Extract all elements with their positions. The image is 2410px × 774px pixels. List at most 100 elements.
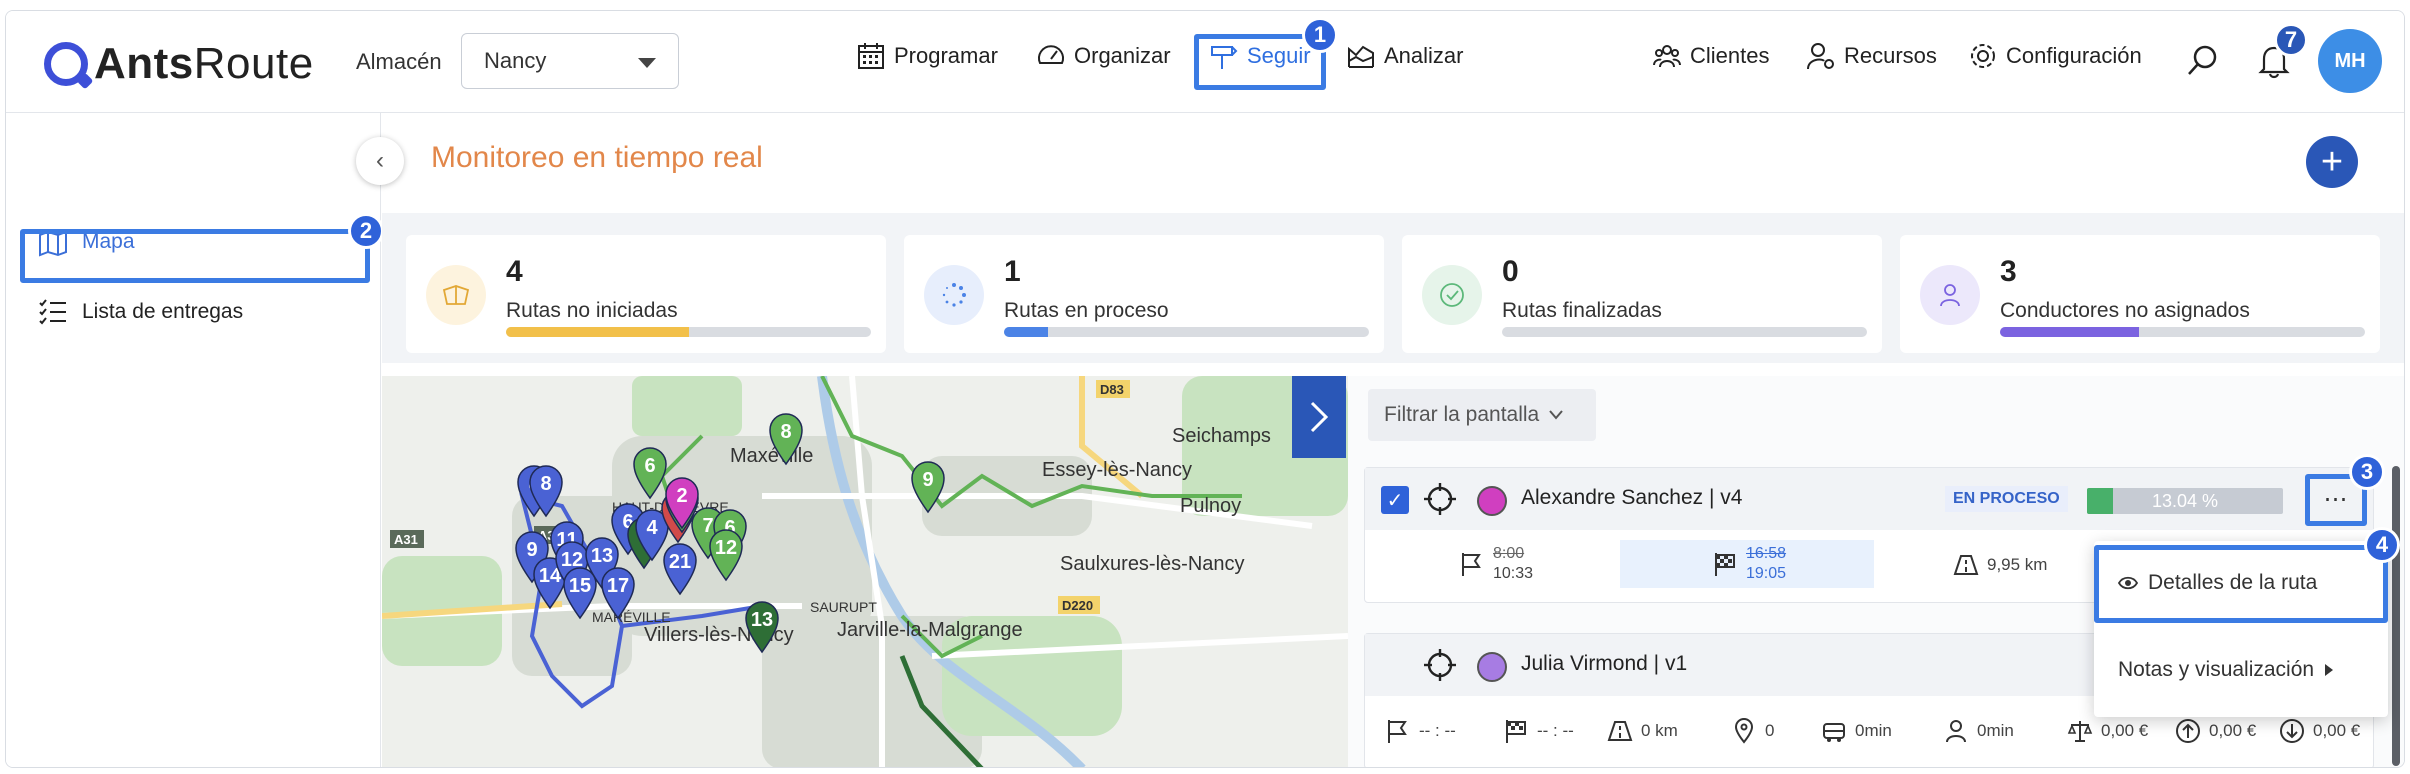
expand-map-button[interactable] (1292, 376, 1346, 458)
stat-icon (426, 265, 486, 325)
tutorial-highlight-4 (2094, 545, 2388, 623)
nav-programar[interactable]: Programar (856, 41, 998, 71)
distance-value: 9,95 km (1987, 555, 2048, 574)
route-map[interactable]: Maxéville Essey-lès-Nancy Seichamps Puln… (382, 376, 1348, 767)
menu-item-notes-visualization[interactable]: Notas y visualización (2094, 645, 2388, 695)
map-place-label: Jarville-la-Malgrange (837, 619, 1023, 641)
chart-icon (1348, 45, 1374, 68)
stat-label: Rutas no iniciadas (506, 299, 678, 322)
tutorial-badge-2: 2 (348, 213, 384, 249)
stat-progress-bar (506, 327, 871, 337)
road-label: D83 (1100, 382, 1124, 397)
sidebar-item-lista-entregas[interactable]: Lista de entregas (38, 297, 243, 327)
route-color-dot (1477, 486, 1507, 516)
route-distance: 0 km (1607, 718, 1678, 744)
check-circle-icon (1440, 283, 1464, 307)
stat-number: 1 (1004, 255, 1021, 288)
panel-scrollbar[interactable] (2392, 466, 2400, 766)
filter-label: Filtrar la pantalla (1384, 403, 1540, 426)
logo-mark-icon (44, 42, 88, 86)
chevron-down-icon (638, 58, 656, 68)
spinner-icon (942, 283, 966, 307)
collapse-sidebar-button[interactable]: ‹ (356, 137, 404, 185)
logo[interactable]: AntsRoute (44, 39, 314, 89)
location-pin-icon (1734, 718, 1754, 744)
road-label: D220 (1062, 598, 1093, 613)
arrow-down-circle-icon (2280, 719, 2304, 743)
stat-progress-fill (1004, 327, 1048, 337)
map-marker-label: 15 (569, 575, 591, 597)
nav-analizar[interactable]: Analizar (1346, 41, 1463, 71)
map-place-label: Maxéville (730, 445, 813, 467)
warehouse-select[interactable]: Nancy (461, 33, 679, 89)
map-marker-label: 13 (751, 609, 773, 631)
stat-icon (1422, 265, 1482, 325)
route-progress-text: 13.04 % (2151, 491, 2219, 511)
route-options-menu: Detalles de la ruta 4 Notas y visualizac… (2094, 527, 2400, 717)
tutorial-badge-1: 1 (1302, 17, 1338, 53)
flag-icon (1462, 553, 1481, 576)
notifications-count-badge: 7 (2274, 23, 2308, 57)
filter-dropdown[interactable]: Filtrar la pantalla (1368, 389, 1596, 441)
chevron-down-icon (1549, 410, 1563, 420)
top-bar: AntsRoute Almacén Nancy Programar Organi… (6, 11, 2404, 113)
map-marker-label: 7 (702, 515, 713, 537)
road-label: A31 (394, 532, 418, 547)
route-expense: 0,00 € (2279, 718, 2360, 744)
add-button[interactable]: + (2306, 136, 2358, 188)
expense-value: 0,00 € (2313, 721, 2361, 740)
arrow-up-circle-icon (2176, 719, 2200, 743)
gear-icon (1971, 44, 1995, 68)
drive-time-value: 0min (1855, 721, 1892, 740)
logo-text-bold: Ants (94, 39, 194, 88)
start-real: 10:33 (1493, 565, 1534, 582)
search-icon[interactable] (2186, 43, 2220, 77)
stat-label: Conductores no asignados (2000, 299, 2250, 322)
route-stops: 0 (1731, 718, 1774, 744)
route-start-time: 8:00 10:33 (1459, 544, 1533, 584)
avatar[interactable]: MH (2318, 29, 2382, 93)
route-progress-bar: 13.04 % (2087, 488, 2283, 514)
stops-value: 0 (1765, 721, 1775, 740)
map-marker-label: 8 (540, 473, 551, 495)
route-color-dot (1477, 652, 1507, 682)
route-card-header: ✓ Alexandre Sanchez | v4 EN PROCESO 13.0… (1365, 454, 2385, 530)
stat-progress-fill (2000, 327, 2139, 337)
route-driver-name: Julia Virmond | v1 (1521, 652, 1688, 675)
nav-organizar[interactable]: Organizar (1036, 41, 1171, 71)
nav-organizar-label: Organizar (1074, 43, 1171, 68)
map-place-label: Essey-lès-Nancy (1042, 459, 1192, 481)
map-canvas: Maxéville Essey-lès-Nancy Seichamps Puln… (382, 376, 1348, 767)
stat-card-in-progress: 1 Rutas en proceso (904, 235, 1384, 353)
warehouse-label: Almacén (356, 49, 442, 74)
locate-route-icon[interactable] (1423, 648, 1457, 682)
nav-configuracion[interactable]: Configuración (1968, 41, 2142, 71)
vehicle-icon (1823, 723, 1845, 742)
caret-right-icon (2325, 664, 2334, 676)
route-cost: 0,00 € (2067, 718, 2148, 744)
tutorial-badge-4: 4 (2364, 527, 2400, 563)
stat-progress-bar (1502, 327, 1867, 337)
stat-number: 3 (2000, 255, 2017, 288)
status-badge: EN PROCESO (1945, 486, 2068, 512)
resources-icon (1807, 43, 1834, 70)
stat-icon (924, 265, 984, 325)
stat-number: 4 (506, 255, 523, 288)
stat-card-unassigned: 3 Conductores no asignados (1900, 235, 2380, 353)
warehouse-select-value: Nancy (484, 48, 547, 73)
cost-value: 0,00 € (2101, 721, 2149, 740)
scale-icon (2067, 721, 2093, 742)
stat-progress-bar (1004, 327, 1369, 337)
nav-recursos[interactable]: Recursos (1806, 41, 1937, 71)
list-icon (39, 299, 66, 325)
flag-icon (1388, 720, 1407, 743)
route-start-time: -- : -- (1385, 718, 1456, 744)
route-checkbox[interactable]: ✓ (1381, 486, 1409, 514)
stat-progress-fill (506, 327, 689, 337)
logo-text-rest: Route (193, 39, 314, 88)
locate-route-icon[interactable] (1423, 482, 1457, 516)
road-icon (1607, 721, 1633, 741)
sidebar-item-label: Lista de entregas (82, 300, 244, 323)
nav-clientes[interactable]: Clientes (1652, 41, 1769, 71)
map-place-label: MARÉVILLE (592, 609, 671, 625)
